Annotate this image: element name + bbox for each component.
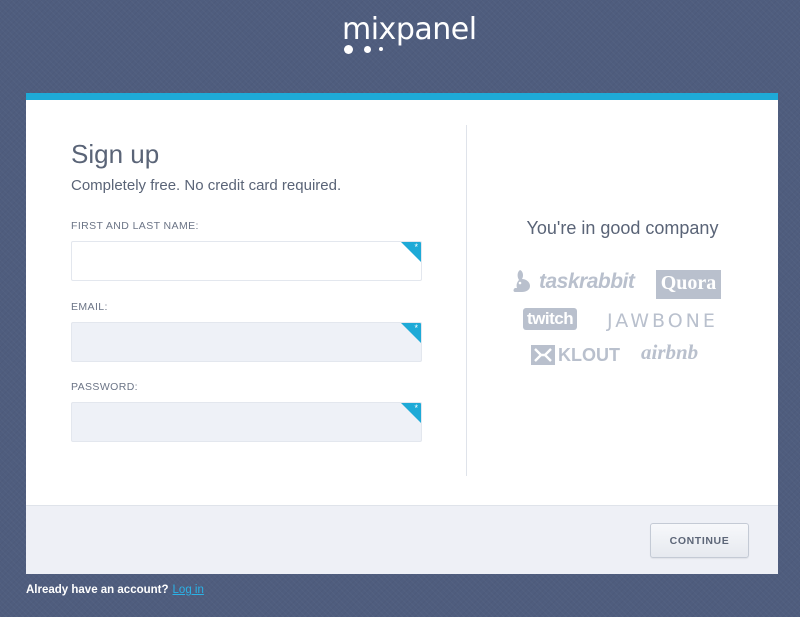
name-label: FIRST AND LAST NAME: bbox=[71, 220, 199, 232]
rabbit-icon bbox=[513, 270, 530, 292]
account-prompt: Already have an account? Log in bbox=[26, 584, 204, 596]
taskrabbit-text: taskrabbit bbox=[539, 270, 635, 293]
password-field-wrapper: * bbox=[71, 402, 422, 442]
password-input[interactable] bbox=[72, 403, 421, 441]
account-text: Already have an account? bbox=[26, 584, 169, 596]
required-star: * bbox=[414, 403, 418, 413]
twitch-logo: twitch bbox=[523, 308, 578, 330]
company-logos: taskrabbit Quora twitch JAWBONE KLOUT ai… bbox=[511, 260, 731, 380]
mixpanel-logo[interactable]: mixpanel bbox=[342, 10, 477, 56]
card-body: Sign up Completely free. No credit card … bbox=[26, 100, 778, 505]
klout-icon bbox=[531, 345, 555, 365]
email-input[interactable] bbox=[72, 323, 421, 361]
required-corner-icon bbox=[401, 403, 421, 423]
page-subtitle: Completely free. No credit card required… bbox=[71, 177, 342, 194]
vertical-divider bbox=[466, 125, 467, 476]
email-label: EMAIL: bbox=[71, 301, 108, 313]
logo-dots-icon bbox=[344, 44, 394, 56]
required-corner-icon bbox=[401, 242, 421, 262]
required-corner-icon bbox=[401, 323, 421, 343]
required-star: * bbox=[414, 242, 418, 252]
jawbone-logo: JAWBONE bbox=[607, 310, 718, 332]
name-field-wrapper: * bbox=[71, 241, 422, 281]
card-footer: CONTINUE bbox=[26, 505, 778, 574]
klout-logo: KLOUT bbox=[531, 345, 620, 366]
password-label: PASSWORD: bbox=[71, 381, 138, 393]
logo-text: mixpanel bbox=[342, 12, 477, 47]
email-field-wrapper: * bbox=[71, 322, 422, 362]
name-input[interactable] bbox=[72, 242, 421, 280]
klout-text: KLOUT bbox=[558, 345, 620, 365]
required-star: * bbox=[414, 323, 418, 333]
continue-button[interactable]: CONTINUE bbox=[650, 523, 749, 558]
page-title: Sign up bbox=[71, 139, 160, 169]
quora-logo: Quora bbox=[656, 270, 721, 299]
airbnb-logo: airbnb bbox=[641, 340, 699, 364]
signup-card: Sign up Completely free. No credit card … bbox=[26, 93, 778, 574]
login-link[interactable]: Log in bbox=[173, 584, 204, 596]
company-title: You're in good company bbox=[526, 218, 719, 238]
taskrabbit-logo: taskrabbit bbox=[511, 268, 635, 294]
